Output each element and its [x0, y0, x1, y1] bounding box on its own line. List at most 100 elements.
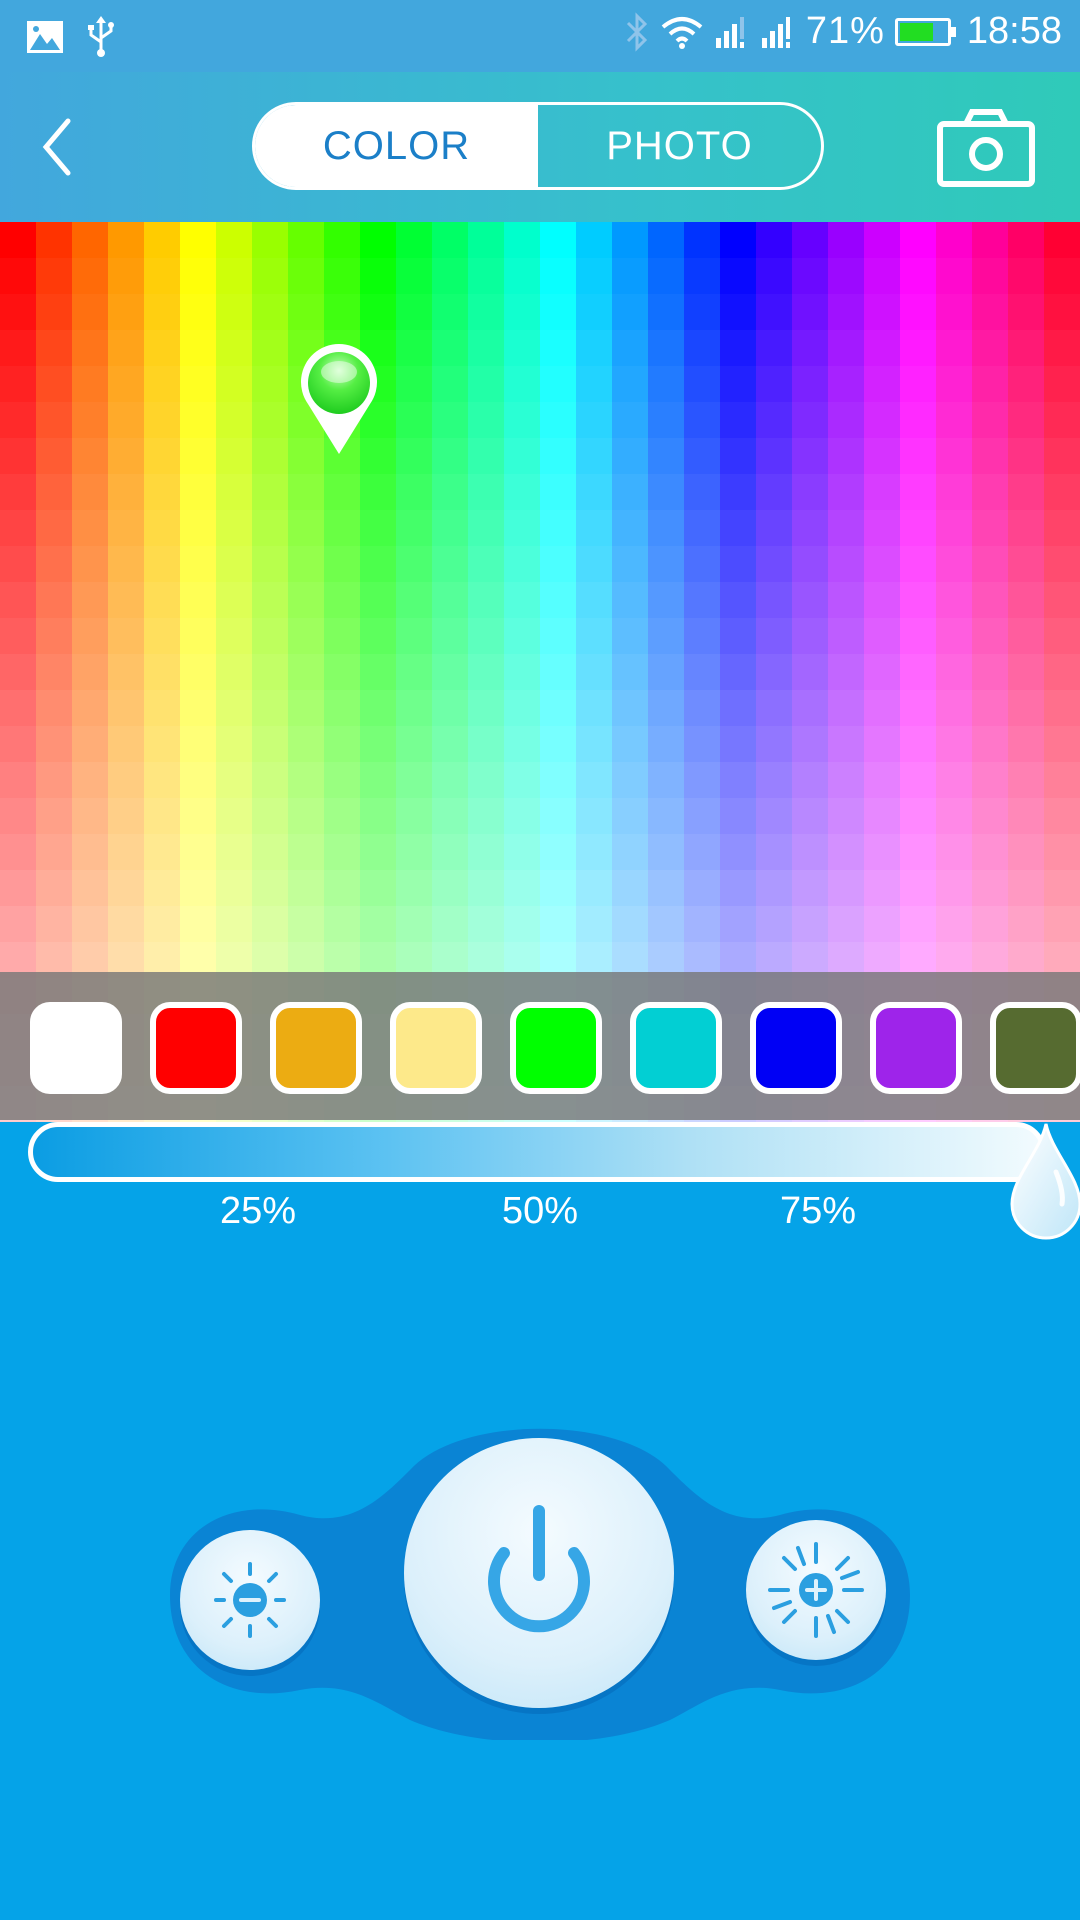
spectrum-cell[interactable] — [0, 294, 36, 330]
spectrum-cell[interactable] — [972, 798, 1008, 834]
spectrum-cell[interactable] — [216, 834, 252, 870]
spectrum-cell[interactable] — [576, 510, 612, 546]
spectrum-cell[interactable] — [216, 726, 252, 762]
spectrum-cell[interactable] — [720, 510, 756, 546]
spectrum-cell[interactable] — [396, 870, 432, 906]
spectrum-cell[interactable] — [540, 654, 576, 690]
spectrum-cell[interactable] — [108, 906, 144, 942]
spectrum-cell[interactable] — [936, 618, 972, 654]
spectrum-cell[interactable] — [108, 654, 144, 690]
spectrum-cell[interactable] — [324, 726, 360, 762]
spectrum-cell[interactable] — [1044, 762, 1080, 798]
spectrum-cell[interactable] — [144, 438, 180, 474]
spectrum-cell[interactable] — [216, 222, 252, 258]
spectrum-cell[interactable] — [1044, 546, 1080, 582]
spectrum-cell[interactable] — [576, 870, 612, 906]
spectrum-cell[interactable] — [612, 654, 648, 690]
spectrum-cell[interactable] — [648, 582, 684, 618]
spectrum-cell[interactable] — [720, 870, 756, 906]
spectrum-cell[interactable] — [540, 330, 576, 366]
spectrum-cell[interactable] — [432, 402, 468, 438]
spectrum-cell[interactable] — [576, 222, 612, 258]
spectrum-cell[interactable] — [468, 546, 504, 582]
camera-icon[interactable] — [936, 108, 1036, 188]
spectrum-cell[interactable] — [180, 690, 216, 726]
spectrum-cell[interactable] — [792, 690, 828, 726]
spectrum-cell[interactable] — [396, 906, 432, 942]
spectrum-cell[interactable] — [864, 834, 900, 870]
spectrum-cell[interactable] — [972, 834, 1008, 870]
spectrum-cell[interactable] — [108, 834, 144, 870]
spectrum-cell[interactable] — [432, 222, 468, 258]
spectrum-cell[interactable] — [756, 402, 792, 438]
spectrum-cell[interactable] — [36, 438, 72, 474]
spectrum-cell[interactable] — [36, 690, 72, 726]
spectrum-cell[interactable] — [180, 798, 216, 834]
spectrum-cell[interactable] — [756, 834, 792, 870]
spectrum-cell[interactable] — [396, 222, 432, 258]
spectrum-cell[interactable] — [324, 510, 360, 546]
spectrum-cell[interactable] — [612, 510, 648, 546]
spectrum-cell[interactable] — [612, 294, 648, 330]
spectrum-cell[interactable] — [720, 582, 756, 618]
spectrum-cell[interactable] — [972, 366, 1008, 402]
spectrum-cell[interactable] — [936, 654, 972, 690]
spectrum-cell[interactable] — [576, 762, 612, 798]
spectrum-cell[interactable] — [504, 546, 540, 582]
spectrum-cell[interactable] — [936, 690, 972, 726]
spectrum-cell[interactable] — [396, 618, 432, 654]
spectrum-cell[interactable] — [432, 762, 468, 798]
spectrum-cell[interactable] — [396, 690, 432, 726]
spectrum-cell[interactable] — [900, 690, 936, 726]
spectrum-cell[interactable] — [504, 330, 540, 366]
spectrum-cell[interactable] — [540, 726, 576, 762]
spectrum-cell[interactable] — [684, 474, 720, 510]
spectrum-cell[interactable] — [792, 330, 828, 366]
spectrum-cell[interactable] — [180, 474, 216, 510]
spectrum-cell[interactable] — [756, 906, 792, 942]
spectrum-cell[interactable] — [648, 510, 684, 546]
spectrum-cell[interactable] — [252, 618, 288, 654]
spectrum-cell[interactable] — [540, 222, 576, 258]
spectrum-cell[interactable] — [72, 870, 108, 906]
spectrum-cell[interactable] — [864, 546, 900, 582]
spectrum-cell[interactable] — [0, 906, 36, 942]
spectrum-cell[interactable] — [792, 510, 828, 546]
spectrum-cell[interactable] — [936, 222, 972, 258]
spectrum-cell[interactable] — [1044, 474, 1080, 510]
spectrum-cell[interactable] — [900, 870, 936, 906]
spectrum-cell[interactable] — [864, 870, 900, 906]
spectrum-cell[interactable] — [684, 366, 720, 402]
spectrum-cell[interactable] — [540, 870, 576, 906]
spectrum-cell[interactable] — [612, 762, 648, 798]
spectrum-cell[interactable] — [324, 762, 360, 798]
spectrum-cell[interactable] — [540, 834, 576, 870]
spectrum-cell[interactable] — [0, 258, 36, 294]
spectrum-cell[interactable] — [720, 366, 756, 402]
spectrum-cell[interactable] — [612, 618, 648, 654]
spectrum-cell[interactable] — [792, 402, 828, 438]
spectrum-cell[interactable] — [864, 330, 900, 366]
tab-color[interactable]: COLOR — [255, 105, 538, 187]
spectrum-cell[interactable] — [504, 618, 540, 654]
spectrum-cell[interactable] — [0, 618, 36, 654]
spectrum-cell[interactable] — [468, 402, 504, 438]
swatch-olive[interactable] — [990, 1002, 1080, 1094]
spectrum-cell[interactable] — [36, 762, 72, 798]
spectrum-cell[interactable] — [828, 474, 864, 510]
water-drop-icon[interactable] — [1008, 1122, 1080, 1242]
spectrum-cell[interactable] — [972, 438, 1008, 474]
spectrum-cell[interactable] — [936, 438, 972, 474]
spectrum-cell[interactable] — [324, 474, 360, 510]
spectrum-cell[interactable] — [684, 762, 720, 798]
spectrum-cell[interactable] — [504, 294, 540, 330]
spectrum-cell[interactable] — [936, 546, 972, 582]
spectrum-cell[interactable] — [900, 654, 936, 690]
spectrum-cell[interactable] — [972, 222, 1008, 258]
spectrum-cell[interactable] — [288, 546, 324, 582]
spectrum-cell[interactable] — [900, 798, 936, 834]
spectrum-cell[interactable] — [1044, 906, 1080, 942]
spectrum-cell[interactable] — [648, 474, 684, 510]
spectrum-cell[interactable] — [180, 870, 216, 906]
spectrum-cell[interactable] — [216, 366, 252, 402]
